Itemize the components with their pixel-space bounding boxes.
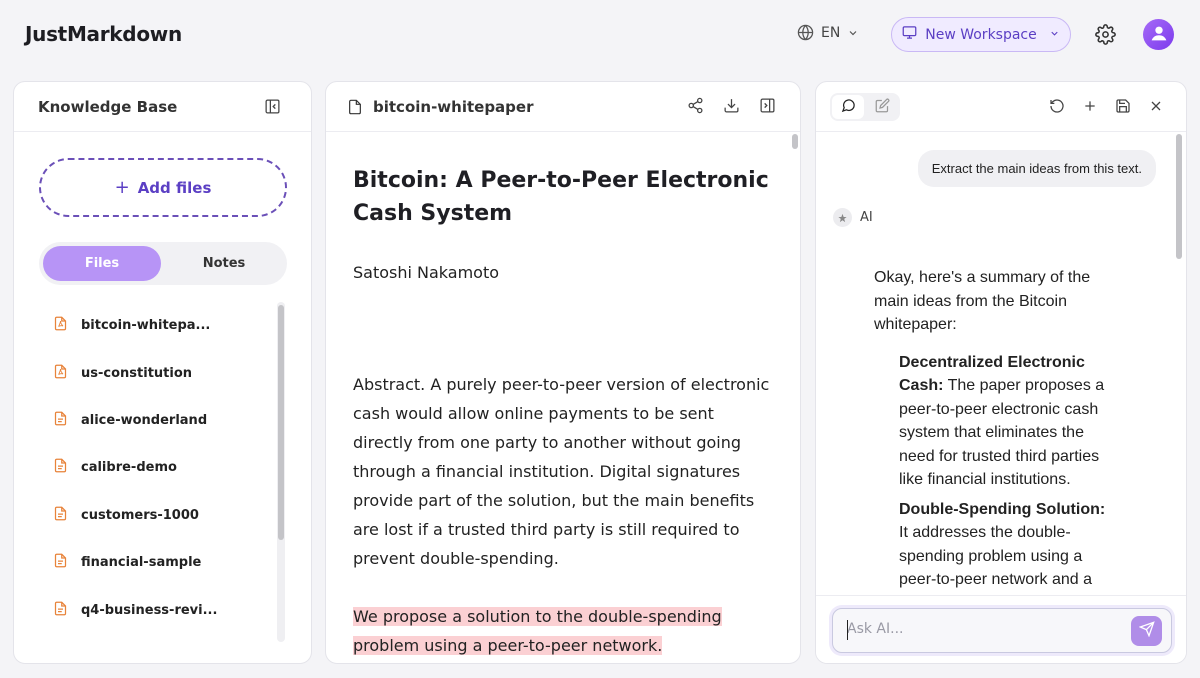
highlight-text: We propose a solution to the double-spen… bbox=[353, 607, 722, 655]
knowledge-base-title: Knowledge Base bbox=[38, 98, 178, 116]
monitor-icon bbox=[902, 25, 917, 44]
edit-mode-button[interactable] bbox=[866, 95, 898, 119]
list-item: Double-Spending Solution: It addresses t… bbox=[899, 498, 1114, 592]
chat-input-area bbox=[816, 595, 1186, 663]
user-icon bbox=[1148, 22, 1170, 48]
add-files-label: Add files bbox=[137, 178, 212, 197]
history-icon[interactable] bbox=[1049, 98, 1065, 118]
send-button[interactable] bbox=[1131, 616, 1162, 646]
file-list-scrollbar[interactable] bbox=[277, 302, 285, 642]
file-item[interactable]: bitcoin-whitepa... bbox=[39, 302, 279, 349]
document-file-icon bbox=[53, 505, 68, 526]
ask-ai-input[interactable] bbox=[847, 621, 1107, 637]
file-name: customers-1000 bbox=[81, 507, 199, 523]
app-logo[interactable]: JustMarkdown bbox=[25, 22, 182, 46]
list-item: Decentralized Electronic Cash: The paper… bbox=[899, 351, 1114, 492]
tab-notes[interactable]: Notes bbox=[165, 246, 283, 281]
ai-message-header: AI bbox=[833, 208, 873, 227]
file-name: us-constitution bbox=[81, 365, 193, 381]
file-list: bitcoin-whitepa... us-constitution alice… bbox=[39, 302, 279, 634]
language-selector[interactable]: EN bbox=[797, 24, 859, 41]
ai-chat-panel: Extract the main ideas from this text. A… bbox=[815, 81, 1187, 664]
ai-label: AI bbox=[860, 210, 873, 225]
scrollbar-thumb[interactable] bbox=[1176, 134, 1182, 259]
file-item[interactable]: q4-business-revi... bbox=[39, 586, 279, 633]
new-chat-icon[interactable] bbox=[1082, 98, 1098, 118]
knowledge-base-header: Knowledge Base bbox=[14, 82, 311, 132]
file-name: alice-wonderland bbox=[81, 412, 208, 428]
document-abstract: Abstract. A purely peer-to-peer version … bbox=[353, 375, 770, 568]
tab-files[interactable]: Files bbox=[43, 246, 161, 281]
gear-icon bbox=[1095, 24, 1116, 49]
document-header: bitcoin-whitepaper bbox=[326, 82, 800, 132]
document-file-icon bbox=[53, 600, 68, 621]
chat-scrollbar[interactable] bbox=[1175, 134, 1183, 334]
workspace-label: New Workspace bbox=[925, 26, 1037, 43]
document-panel: bitcoin-whitepaper Bitcoin: A Peer-to-Pe… bbox=[325, 81, 801, 664]
file-name: bitcoin-whitepa... bbox=[81, 318, 211, 334]
document-content: Bitcoin: A Peer-to-Peer Electronic Cash … bbox=[353, 164, 773, 660]
scrollbar-thumb[interactable] bbox=[792, 134, 798, 149]
file-name: financial-sample bbox=[81, 555, 202, 571]
file-item[interactable]: calibre-demo bbox=[39, 444, 279, 491]
file-item[interactable]: us-constitution bbox=[39, 349, 279, 396]
file-item[interactable]: financial-sample bbox=[39, 539, 279, 586]
add-files-button[interactable]: + Add files bbox=[39, 158, 287, 217]
collapse-sidebar-button[interactable] bbox=[264, 98, 281, 119]
chat-mode-toggle bbox=[830, 93, 900, 121]
file-name: calibre-demo bbox=[81, 460, 177, 476]
text-cursor bbox=[847, 620, 848, 640]
share-icon[interactable] bbox=[687, 97, 704, 118]
close-icon[interactable] bbox=[1148, 98, 1164, 118]
document-file-icon bbox=[53, 552, 68, 573]
plus-icon: + bbox=[114, 177, 130, 198]
document-title: Bitcoin: A Peer-to-Peer Electronic Cash … bbox=[353, 168, 769, 226]
save-icon[interactable] bbox=[1115, 98, 1131, 118]
pdf-file-icon bbox=[53, 315, 68, 336]
settings-button[interactable] bbox=[1095, 24, 1116, 49]
document-toolbar bbox=[687, 97, 776, 118]
point-text: It addresses the double-spending problem… bbox=[899, 524, 1092, 588]
ai-intro: Okay, here's a summary of the main ideas… bbox=[874, 269, 1091, 333]
chat-header bbox=[816, 82, 1186, 132]
document-scrollbar[interactable] bbox=[791, 134, 799, 654]
file-name: q4-business-revi... bbox=[81, 602, 218, 618]
app-header: JustMarkdown EN New Workspace bbox=[0, 0, 1200, 70]
chevron-down-icon bbox=[847, 27, 859, 39]
chat-toolbar bbox=[1049, 98, 1164, 118]
edit-icon bbox=[875, 98, 890, 117]
pdf-file-icon bbox=[53, 363, 68, 384]
ai-avatar-icon bbox=[833, 208, 852, 227]
point-title: Double-Spending Solution: bbox=[899, 500, 1106, 518]
language-label: EN bbox=[821, 24, 841, 41]
document-author: Satoshi Nakamoto bbox=[353, 263, 500, 282]
document-filename: bitcoin-whitepaper bbox=[373, 98, 534, 116]
globe-icon bbox=[797, 24, 814, 41]
file-icon bbox=[347, 98, 363, 120]
download-icon[interactable] bbox=[723, 97, 740, 118]
ask-ai-box bbox=[832, 608, 1172, 653]
sidebar-collapse-icon bbox=[264, 99, 281, 119]
document-file-icon bbox=[53, 457, 68, 478]
chat-mode-button[interactable] bbox=[832, 95, 864, 119]
collapse-panel-icon[interactable] bbox=[759, 97, 776, 118]
ai-summary-list: Decentralized Electronic Cash: The paper… bbox=[874, 351, 1114, 592]
user-avatar[interactable] bbox=[1143, 19, 1174, 50]
highlighted-passage[interactable]: We propose a solution to the double-spen… bbox=[353, 602, 773, 660]
files-notes-toggle: Files Notes bbox=[39, 242, 287, 285]
knowledge-base-panel: Knowledge Base + Add files Files Notes b… bbox=[13, 81, 312, 664]
file-item[interactable]: alice-wonderland bbox=[39, 397, 279, 444]
chat-bubble-icon bbox=[841, 98, 856, 117]
chevron-down-icon bbox=[1049, 27, 1060, 43]
ai-message: Okay, here's a summary of the main ideas… bbox=[874, 266, 1114, 598]
file-item[interactable]: customers-1000 bbox=[39, 492, 279, 539]
scrollbar-thumb[interactable] bbox=[278, 305, 284, 540]
document-file-icon bbox=[53, 410, 68, 431]
send-icon bbox=[1138, 621, 1155, 641]
user-message: Extract the main ideas from this text. bbox=[917, 150, 1156, 187]
workspace-selector[interactable]: New Workspace bbox=[891, 17, 1071, 52]
